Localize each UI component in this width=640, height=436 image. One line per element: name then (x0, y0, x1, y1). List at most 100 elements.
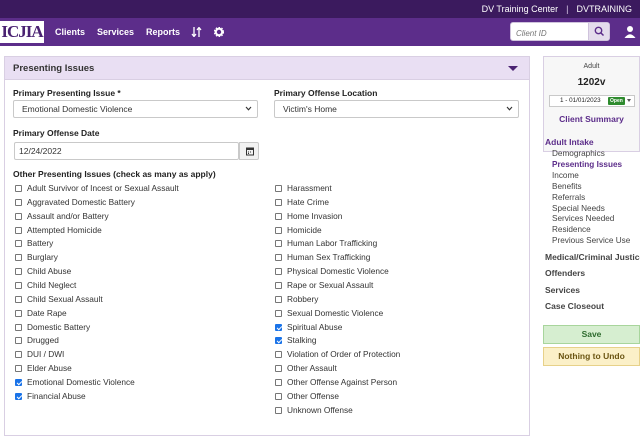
issue-checkbox[interactable] (275, 392, 282, 400)
issue-checkbox[interactable] (15, 254, 22, 262)
issue-checkbox[interactable] (15, 240, 22, 248)
issue-option[interactable]: Other Assault (275, 362, 337, 375)
issue-option[interactable]: DUI / DWI (15, 348, 64, 361)
side-section-4[interactable]: Case Closeout (545, 301, 604, 311)
issue-option[interactable]: Assault and/or Battery (15, 210, 109, 223)
issue-option[interactable]: Harassment (275, 182, 332, 195)
nav-reports[interactable]: Reports (146, 18, 180, 46)
issue-checkbox[interactable] (275, 323, 282, 331)
offense-date-input[interactable]: 12/24/2022 (14, 142, 239, 160)
issue-option[interactable]: Other Offense Against Person (275, 376, 397, 389)
issue-option[interactable]: Battery (15, 237, 53, 250)
issue-checkbox[interactable] (15, 365, 22, 373)
issue-checkbox[interactable] (15, 226, 22, 234)
issue-option[interactable]: Physical Domestic Violence (275, 265, 389, 278)
issue-option[interactable]: Hate Crime (275, 196, 329, 209)
issue-checkbox[interactable] (275, 268, 282, 276)
issue-checkbox[interactable] (275, 254, 282, 262)
issue-checkbox[interactable] (15, 268, 22, 276)
client-id-input[interactable] (511, 25, 589, 40)
issue-option[interactable]: Attempted Homicide (15, 224, 102, 237)
client-summary-link[interactable]: Client Summary (544, 114, 639, 124)
issue-option[interactable]: Elder Abuse (15, 362, 72, 375)
issue-option[interactable]: Domestic Battery (15, 321, 90, 334)
issue-option[interactable]: Other Offense (275, 390, 339, 403)
issue-checkbox[interactable] (15, 309, 22, 317)
issue-checkbox[interactable] (15, 295, 22, 303)
intake-item[interactable]: Income (552, 171, 579, 180)
side-section-0[interactable]: Adult Intake (545, 137, 594, 147)
issue-option[interactable]: Robbery (275, 293, 318, 306)
save-button[interactable]: Save (543, 325, 640, 344)
issue-option[interactable]: Rape or Sexual Assault (275, 279, 373, 292)
intake-item[interactable]: Services Needed (552, 214, 614, 223)
intake-item[interactable]: Presenting Issues (552, 160, 622, 169)
issue-option[interactable]: Unknown Offense (275, 404, 353, 417)
issue-option[interactable]: Sexual Domestic Violence (275, 307, 383, 320)
issue-option[interactable]: Home Invasion (275, 210, 342, 223)
case-select[interactable]: 1 - 01/01/2023 Open (549, 95, 635, 107)
intake-item[interactable]: Special Needs (552, 204, 605, 213)
issue-checkbox[interactable] (275, 240, 282, 248)
primary-issue-select[interactable]: Emotional Domestic Violence (13, 100, 258, 118)
offense-location-select[interactable]: Victim's Home (274, 100, 519, 118)
issue-option[interactable]: Burglary (15, 251, 58, 264)
issue-option[interactable]: Stalking (275, 334, 317, 347)
issue-checkbox[interactable] (15, 378, 22, 386)
undo-button[interactable]: Nothing to Undo (543, 347, 640, 366)
user-icon[interactable] (624, 25, 636, 39)
issue-option[interactable]: Human Labor Trafficking (275, 237, 377, 250)
issue-checkbox[interactable] (275, 406, 282, 414)
issue-checkbox[interactable] (275, 365, 282, 373)
side-section-1[interactable]: Medical/Criminal Justice (545, 252, 640, 262)
issue-option[interactable]: Child Neglect (15, 279, 76, 292)
issue-option[interactable]: Drugged (15, 334, 59, 347)
issue-checkbox[interactable] (15, 212, 22, 220)
nav-services[interactable]: Services (97, 18, 134, 46)
issue-checkbox[interactable] (15, 281, 22, 289)
issue-checkbox[interactable] (15, 392, 22, 400)
side-section-3[interactable]: Services (545, 285, 580, 295)
side-section-2[interactable]: Offenders (545, 268, 585, 278)
issue-checkbox[interactable] (275, 351, 282, 359)
issue-option[interactable]: Homicide (275, 224, 322, 237)
issue-checkbox[interactable] (15, 185, 22, 192)
sort-icon[interactable] (191, 18, 202, 46)
issue-option[interactable]: Emotional Domestic Violence (15, 376, 135, 389)
issue-checkbox[interactable] (275, 337, 282, 345)
issue-checkbox[interactable] (275, 309, 282, 317)
intake-item[interactable]: Referrals (552, 193, 585, 202)
issue-checkbox[interactable] (15, 351, 22, 359)
issue-option[interactable]: Child Abuse (15, 265, 71, 278)
issue-option[interactable]: Adult Survivor of Incest or Sexual Assau… (15, 182, 179, 195)
search-button[interactable] (588, 23, 609, 40)
issue-checkbox[interactable] (275, 226, 282, 234)
intake-item[interactable]: Demographics (552, 149, 605, 158)
intake-item[interactable]: Previous Service Use (552, 236, 630, 245)
issue-option[interactable]: Child Sexual Assault (15, 293, 103, 306)
issue-checkbox[interactable] (15, 323, 22, 331)
issue-option[interactable]: Violation of Order of Protection (275, 348, 400, 361)
issue-option[interactable]: Financial Abuse (15, 390, 86, 403)
collapse-caret-icon[interactable] (508, 66, 518, 71)
issue-checkbox[interactable] (275, 295, 282, 303)
issue-checkbox[interactable] (15, 337, 22, 345)
panel-header[interactable]: Presenting Issues (5, 57, 529, 80)
nav-clients[interactable]: Clients (55, 18, 85, 46)
issue-checkbox[interactable] (275, 378, 282, 386)
issue-option[interactable]: Human Sex Trafficking (275, 251, 370, 264)
issue-checkbox[interactable] (15, 198, 22, 206)
icjia-logo[interactable]: ICJIA (0, 21, 44, 43)
issue-option[interactable]: Spiritual Abuse (275, 321, 342, 334)
intake-item[interactable]: Residence (552, 225, 591, 234)
issue-option[interactable]: Date Rape (15, 307, 67, 320)
calendar-button[interactable] (239, 142, 259, 160)
username-label[interactable]: DVTRAINING (576, 4, 632, 14)
issue-option[interactable]: Aggravated Domestic Battery (15, 196, 135, 209)
issue-checkbox[interactable] (275, 212, 282, 220)
issue-checkbox[interactable] (275, 281, 282, 289)
gear-icon[interactable] (213, 18, 225, 46)
issue-checkbox[interactable] (275, 198, 282, 206)
issue-checkbox[interactable] (275, 185, 282, 192)
intake-item[interactable]: Benefits (552, 182, 582, 191)
